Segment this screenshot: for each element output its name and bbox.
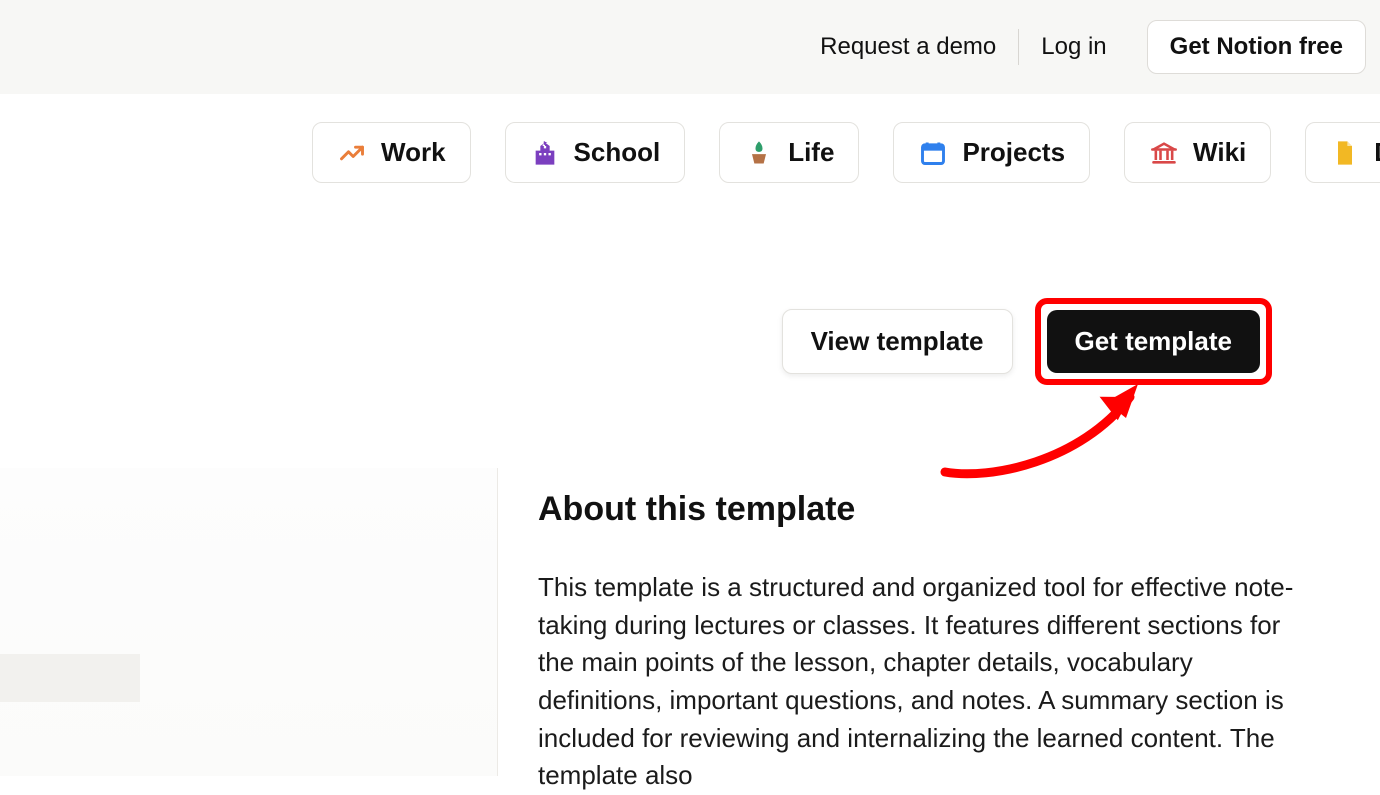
category-wiki[interactable]: Wiki	[1124, 122, 1271, 183]
category-label: Work	[381, 137, 446, 168]
get-notion-free-button[interactable]: Get Notion free	[1147, 20, 1366, 74]
login-link[interactable]: Log in	[1019, 25, 1128, 69]
about-heading: About this template	[538, 490, 1298, 529]
category-row: Work School Life Projects Wiki Docs	[0, 94, 1380, 183]
category-label: Life	[788, 137, 834, 168]
category-life[interactable]: Life	[719, 122, 859, 183]
request-demo-link[interactable]: Request a demo	[798, 25, 1018, 69]
get-template-button[interactable]: Get template	[1047, 310, 1261, 373]
annotation-arrow-icon	[930, 372, 1160, 492]
category-label: Projects	[962, 137, 1065, 168]
view-template-button[interactable]: View template	[782, 309, 1013, 374]
template-preview-panel	[0, 468, 498, 776]
category-docs[interactable]: Docs	[1305, 122, 1380, 183]
category-label: School	[574, 137, 661, 168]
category-school[interactable]: School	[505, 122, 686, 183]
about-body: This template is a structured and organi…	[538, 569, 1298, 795]
plant-pot-icon	[744, 138, 774, 168]
annotation-highlight: Get template	[1035, 298, 1273, 385]
chart-line-up-icon	[337, 138, 367, 168]
category-label: Wiki	[1193, 137, 1246, 168]
calendar-icon	[918, 138, 948, 168]
category-projects[interactable]: Projects	[893, 122, 1090, 183]
category-work[interactable]: Work	[312, 122, 471, 183]
about-section: About this template This template is a s…	[538, 490, 1298, 795]
category-label: Docs	[1374, 137, 1380, 168]
template-actions: View template Get template	[782, 298, 1272, 385]
library-icon	[1149, 138, 1179, 168]
preview-placeholder-block	[0, 654, 140, 702]
school-building-icon	[530, 138, 560, 168]
top-header: Request a demo Log in Get Notion free	[0, 0, 1380, 94]
document-icon	[1330, 138, 1360, 168]
